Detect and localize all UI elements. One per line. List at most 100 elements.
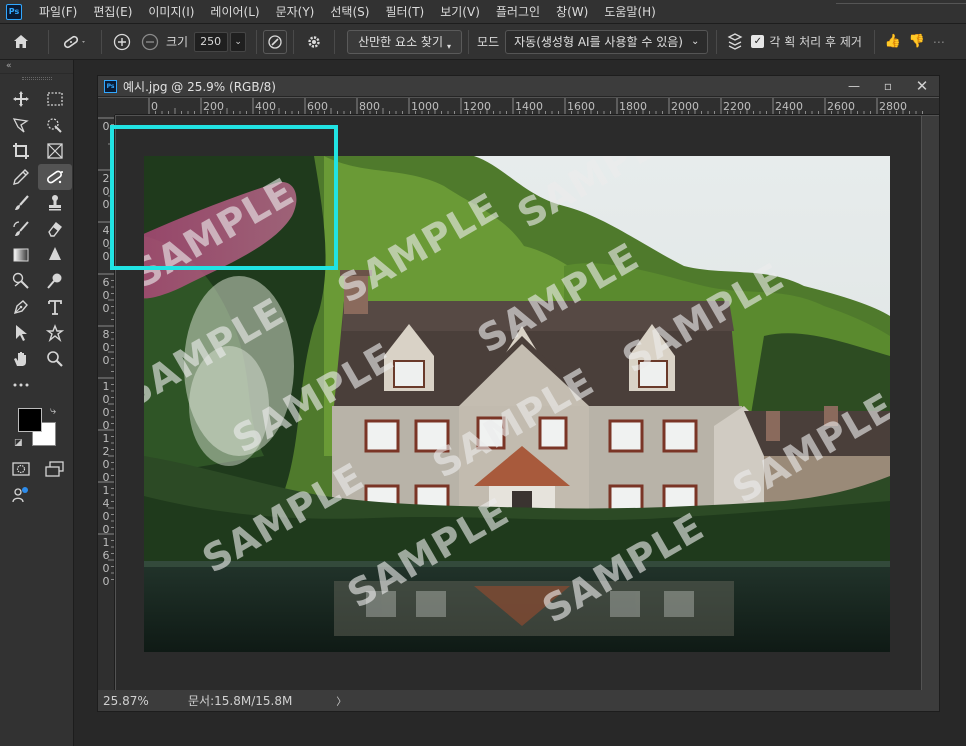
- brush-size-input[interactable]: 250: [194, 31, 229, 52]
- close-icon[interactable]: ✕: [905, 76, 939, 96]
- marquee-tool-icon[interactable]: [38, 86, 72, 112]
- zoom-level[interactable]: 25.87%: [103, 694, 188, 708]
- screen-mode-icon[interactable]: [38, 456, 72, 482]
- brush-size-dropdown[interactable]: ⌄: [230, 31, 247, 52]
- menu-window[interactable]: 창(W): [548, 3, 596, 20]
- pen-tool-icon[interactable]: [4, 294, 38, 320]
- maximize-icon[interactable]: ▫: [871, 76, 905, 96]
- mode-select[interactable]: 자동(생성형 AI를 사용할 수 있음) ⌄: [505, 29, 709, 54]
- options-bar: 크기 250 ⌄ 산만한 요소 찾기 ▾ 모드 자동(생성형 AI를 사용할 수 …: [0, 24, 966, 60]
- ruler-label: 400: [255, 100, 276, 113]
- hand-tool-icon[interactable]: [4, 346, 38, 372]
- ruler-label: 600: [102, 276, 110, 315]
- foreground-color-swatch[interactable]: [18, 408, 42, 432]
- remove-tool-icon[interactable]: [38, 164, 72, 190]
- lasso-tool-icon[interactable]: [4, 112, 38, 138]
- separator: [101, 29, 102, 54]
- menu-layer[interactable]: 레이어(L): [202, 3, 267, 20]
- menu-edit[interactable]: 편집(E): [85, 3, 140, 20]
- find-distractions-button[interactable]: 산만한 요소 찾기 ▾: [347, 29, 463, 54]
- selection-highlight: [110, 125, 338, 270]
- more-tools-icon[interactable]: [4, 372, 38, 398]
- menu-image[interactable]: 이미지(I): [140, 3, 202, 20]
- frame-tool-icon[interactable]: [38, 138, 72, 164]
- status-bar: 25.87% 문서:15.8M/15.8M 〉: [98, 690, 939, 711]
- history-brush-tool-icon[interactable]: [4, 216, 38, 242]
- thumbs-up-icon[interactable]: 👍: [881, 29, 905, 55]
- custom-shape-tool-icon[interactable]: [38, 320, 72, 346]
- vertical-scrollbar[interactable]: [922, 116, 939, 690]
- separator: [468, 29, 470, 54]
- corner-caret-icon: ▾: [447, 41, 452, 51]
- menu-select[interactable]: 선택(S): [322, 3, 377, 20]
- tools-panel: « ⤷ ◪: [0, 60, 74, 746]
- pressure-size-icon[interactable]: [263, 29, 288, 54]
- ruler-label: 2400: [775, 100, 803, 113]
- type-tool-icon[interactable]: [38, 294, 72, 320]
- ruler-origin[interactable]: [98, 98, 115, 115]
- document-tab[interactable]: Ps 예시.jpg @ 25.9% (RGB/8) — ▫ ✕: [98, 76, 939, 97]
- burn-tool-icon[interactable]: [38, 268, 72, 294]
- collapse-panel-button[interactable]: «: [0, 60, 73, 74]
- ruler-label: 2800: [879, 100, 907, 113]
- default-colors-icon[interactable]: ◪: [14, 438, 23, 448]
- subtract-brush-mode-icon[interactable]: [136, 29, 164, 55]
- menu-type[interactable]: 문자(Y): [268, 3, 323, 20]
- share-icon[interactable]: [4, 482, 38, 508]
- menu-view[interactable]: 보기(V): [432, 3, 488, 20]
- ruler-label: 600: [307, 100, 328, 113]
- add-brush-mode-icon[interactable]: [108, 29, 136, 55]
- crop-tool-icon[interactable]: [4, 138, 38, 164]
- ruler-label: 1600: [567, 100, 595, 113]
- ruler-label: 2000: [671, 100, 699, 113]
- quick-mask-icon[interactable]: [4, 456, 38, 482]
- separator: [256, 29, 258, 54]
- ruler-label: 1600: [102, 536, 110, 588]
- document-title: 예시.jpg @ 25.9% (RGB/8): [123, 79, 276, 94]
- gradient-tool-icon[interactable]: [4, 242, 38, 268]
- document-window: Ps 예시.jpg @ 25.9% (RGB/8) — ▫ ✕ 0 200 400 6…: [97, 75, 940, 712]
- ruler-label: 1200: [102, 432, 110, 484]
- path-selection-tool-icon[interactable]: [4, 320, 38, 346]
- window-minimize-bar[interactable]: [836, 0, 966, 4]
- clone-stamp-tool-icon[interactable]: [38, 190, 72, 216]
- brush-tool-icon[interactable]: [4, 190, 38, 216]
- ruler-label: 1000: [411, 100, 439, 113]
- status-menu-arrow[interactable]: 〉: [336, 693, 346, 708]
- more-options-icon[interactable]: ⋯: [929, 29, 949, 55]
- menu-plugins[interactable]: 플러그인: [488, 3, 548, 20]
- menu-bar: Ps 파일(F) 편집(E) 이미지(I) 레이어(L) 문자(Y) 선택(S)…: [0, 0, 966, 24]
- eraser-tool-icon[interactable]: [38, 216, 72, 242]
- dodge-tool-icon[interactable]: [4, 268, 38, 294]
- ruler-label: 1200: [463, 100, 491, 113]
- minimize-icon[interactable]: —: [837, 76, 871, 96]
- gear-icon[interactable]: [300, 29, 328, 55]
- sample-all-layers-icon[interactable]: [723, 29, 747, 55]
- menu-file[interactable]: 파일(F): [31, 3, 85, 20]
- horizontal-ruler[interactable]: 0 200 400 600 800 1000 1200 1400 1600 1800 2000 220…: [115, 98, 939, 115]
- move-tool-icon[interactable]: [4, 86, 38, 112]
- menu-filter[interactable]: 필터(T): [377, 3, 432, 20]
- ruler-label: 200: [203, 100, 224, 113]
- brush-size-label: 크기: [166, 35, 189, 49]
- thumbs-down-icon[interactable]: 👎: [905, 29, 929, 55]
- zoom-tool-icon[interactable]: [38, 346, 72, 372]
- separator: [334, 29, 336, 54]
- ruler-label: 1400: [102, 484, 110, 536]
- swap-colors-icon[interactable]: ⤷: [50, 404, 56, 418]
- remove-after-stroke-checkbox[interactable]: ✓: [751, 35, 765, 48]
- separator: [293, 29, 295, 54]
- blur-tool-icon[interactable]: [38, 242, 72, 268]
- home-icon[interactable]: [0, 29, 42, 55]
- menu-help[interactable]: 도움말(H): [596, 3, 664, 20]
- canvas-area[interactable]: SAMPLE SAMPLE SAMPLE SAMPLE SAMPLE SAMPL…: [110, 116, 921, 690]
- object-selection-tool-icon[interactable]: [38, 112, 72, 138]
- eyedropper-tool-icon[interactable]: [4, 164, 38, 190]
- tool-preset-bandage-icon[interactable]: [55, 29, 95, 55]
- chevron-down-icon: ⌄: [234, 36, 242, 47]
- ruler-label: 2600: [827, 100, 855, 113]
- panel-grip[interactable]: [21, 77, 52, 80]
- photoshop-logo-icon: Ps: [6, 3, 22, 20]
- separator: [873, 29, 875, 54]
